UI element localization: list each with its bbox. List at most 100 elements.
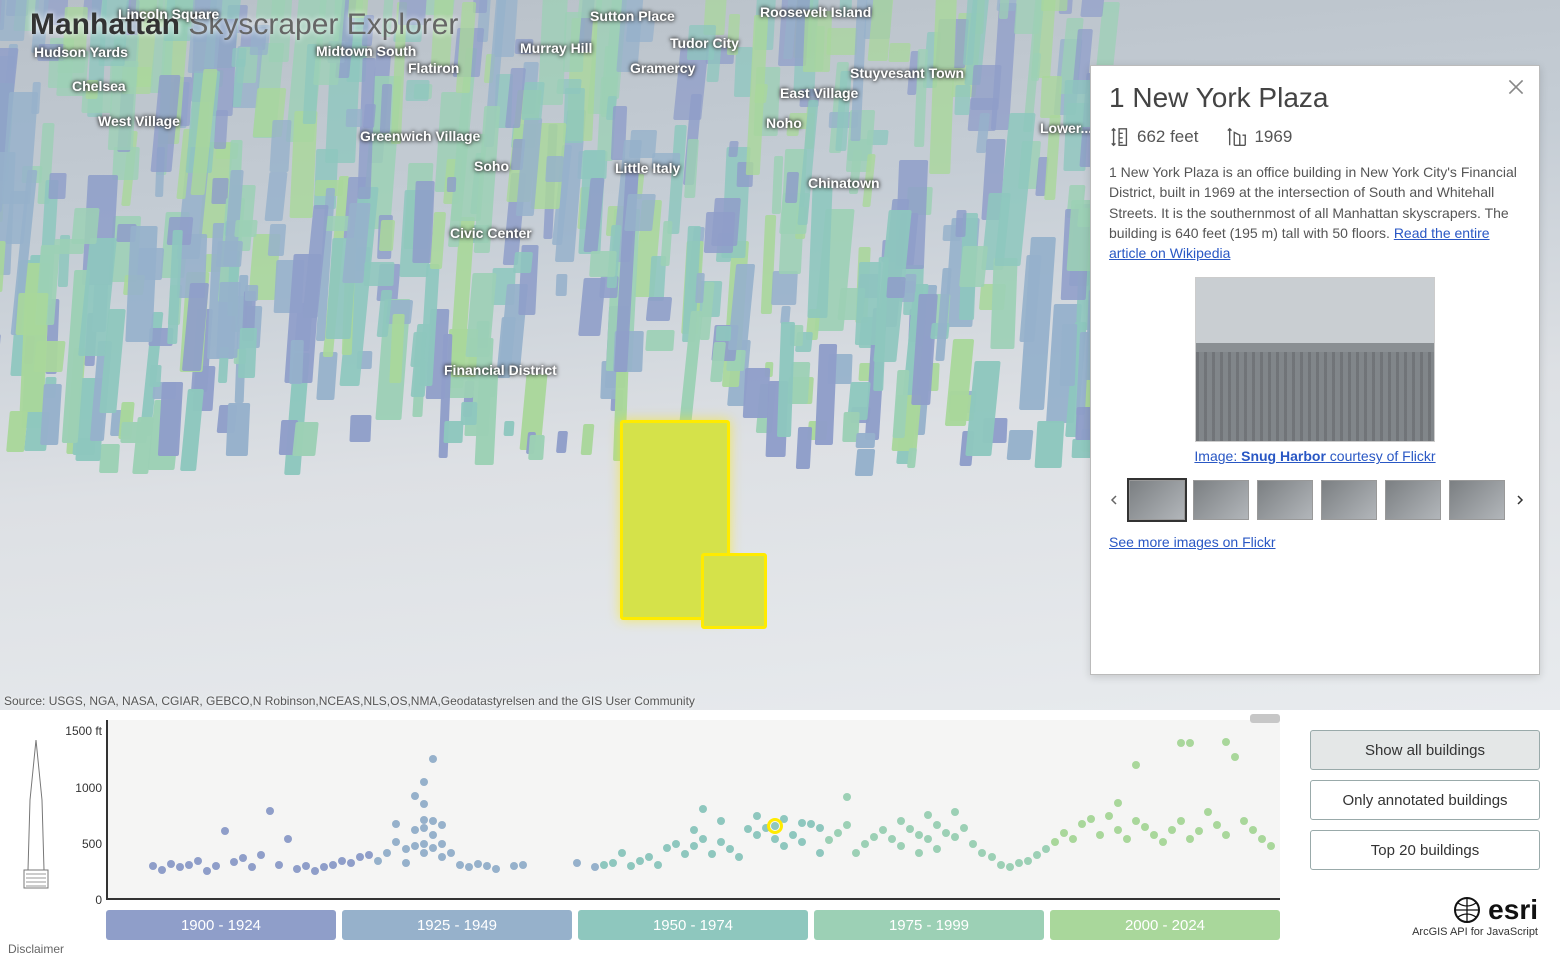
building-3d[interactable]: [245, 285, 258, 301]
building-3d[interactable]: [556, 274, 568, 296]
building-3d[interactable]: [907, 448, 917, 468]
building-3d[interactable]: [545, 156, 564, 182]
chart-point[interactable]: [1177, 817, 1185, 825]
thumb-next-icon[interactable]: [1515, 493, 1525, 507]
chart-point[interactable]: [293, 865, 301, 873]
building-3d[interactable]: [267, 224, 286, 256]
chart-point[interactable]: [456, 861, 464, 869]
chart-point[interactable]: [933, 845, 941, 853]
chart-point[interactable]: [852, 849, 860, 857]
era-legend-item[interactable]: 1950 - 1974: [578, 910, 808, 940]
building-3d[interactable]: [40, 384, 62, 445]
chart-point[interactable]: [465, 863, 473, 871]
building-3d[interactable]: [1042, 0, 1070, 11]
building-3d[interactable]: [292, 422, 319, 456]
building-3d[interactable]: [771, 271, 797, 305]
chart-point[interactable]: [978, 849, 986, 857]
chart-point[interactable]: [1141, 823, 1149, 831]
building-3d[interactable]: [1006, 430, 1033, 460]
building-3d[interactable]: [125, 226, 158, 342]
flickr-more-link[interactable]: See more images on Flickr: [1109, 534, 1276, 550]
era-legend-item[interactable]: 1975 - 1999: [814, 910, 1044, 940]
chart-point[interactable]: [798, 819, 806, 827]
chart-point[interactable]: [302, 862, 310, 870]
building-3d[interactable]: [405, 80, 430, 101]
chart-point[interactable]: [1042, 845, 1050, 853]
chart-point[interactable]: [897, 842, 905, 850]
chart-point[interactable]: [1186, 739, 1194, 747]
chart-point[interactable]: [284, 835, 292, 843]
building-3d[interactable]: [99, 444, 120, 473]
chart-point[interactable]: [717, 817, 725, 825]
building-3d[interactable]: [954, 85, 971, 115]
chart-point[interactable]: [392, 838, 400, 846]
building-3d[interactable]: [503, 421, 514, 436]
chart-point[interactable]: [789, 831, 797, 839]
chart-point[interactable]: [645, 853, 653, 861]
building-3d[interactable]: [264, 172, 288, 221]
chart-point[interactable]: [798, 838, 806, 846]
chart-point[interactable]: [429, 844, 437, 852]
building-3d[interactable]: [905, 274, 917, 293]
chart-point[interactable]: [402, 845, 410, 853]
building-3d[interactable]: [661, 221, 673, 266]
chart-point[interactable]: [411, 792, 419, 800]
building-3d[interactable]: [888, 43, 911, 62]
chart-point[interactable]: [356, 853, 364, 861]
chart-point[interactable]: [1168, 826, 1176, 834]
chart-point[interactable]: [600, 861, 608, 869]
building-3d[interactable]: [1040, 76, 1061, 118]
chart-point[interactable]: [1222, 738, 1230, 746]
chart-point[interactable]: [275, 861, 283, 869]
building-3d[interactable]: [1060, 324, 1077, 386]
chart-point[interactable]: [825, 836, 833, 844]
chart-point[interactable]: [618, 849, 626, 857]
building-3d[interactable]: [556, 431, 568, 453]
chart-point[interactable]: [149, 862, 157, 870]
building-3d[interactable]: [528, 435, 545, 460]
chart-point[interactable]: [753, 812, 761, 820]
chart-point[interactable]: [960, 824, 968, 832]
building-3d[interactable]: [234, 220, 258, 237]
chart-point[interactable]: [420, 840, 428, 848]
building-3d[interactable]: [475, 369, 499, 465]
chart-point[interactable]: [915, 849, 923, 857]
chart-point[interactable]: [897, 817, 905, 825]
chart-point[interactable]: [1249, 826, 1257, 834]
chart-point[interactable]: [1204, 808, 1212, 816]
chart-point[interactable]: [1078, 820, 1086, 828]
chart-point[interactable]: [573, 859, 581, 867]
esri-logo[interactable]: esri ArcGIS API for JavaScript: [1412, 894, 1538, 938]
chart-point[interactable]: [411, 842, 419, 850]
chart-point[interactable]: [1015, 859, 1023, 867]
building-3d[interactable]: [316, 352, 338, 400]
chart-point[interactable]: [591, 863, 599, 871]
building-3d[interactable]: [149, 365, 161, 387]
building-3d[interactable]: [238, 328, 258, 378]
building-3d[interactable]: [346, 109, 362, 127]
chart-point[interactable]: [203, 867, 211, 875]
chart-point[interactable]: [438, 821, 446, 829]
chart-scroll-thumb[interactable]: [1250, 714, 1280, 723]
building-3d[interactable]: [886, 277, 906, 298]
image-thumbnail[interactable]: [1321, 480, 1377, 520]
building-3d[interactable]: [839, 0, 855, 17]
chart-point[interactable]: [1159, 838, 1167, 846]
chart-point[interactable]: [942, 829, 950, 837]
chart-point[interactable]: [1114, 799, 1122, 807]
image-credit-link[interactable]: Image: Snug Harbor courtesy of Flickr: [1194, 448, 1435, 464]
chart-point[interactable]: [636, 857, 644, 865]
building-3d[interactable]: [363, 262, 394, 286]
chart-point[interactable]: [438, 840, 446, 848]
chart-point[interactable]: [807, 820, 815, 828]
building-3d[interactable]: [1014, 0, 1043, 34]
building-3d[interactable]: [86, 80, 99, 99]
chart-point[interactable]: [1060, 829, 1068, 837]
building-3d[interactable]: [6, 411, 28, 452]
chart-point[interactable]: [1258, 835, 1266, 843]
chart-point[interactable]: [1033, 851, 1041, 859]
chart-point[interactable]: [474, 860, 482, 868]
building-3d[interactable]: [695, 273, 705, 303]
chart-point[interactable]: [402, 859, 410, 867]
building-3d[interactable]: [379, 84, 392, 133]
